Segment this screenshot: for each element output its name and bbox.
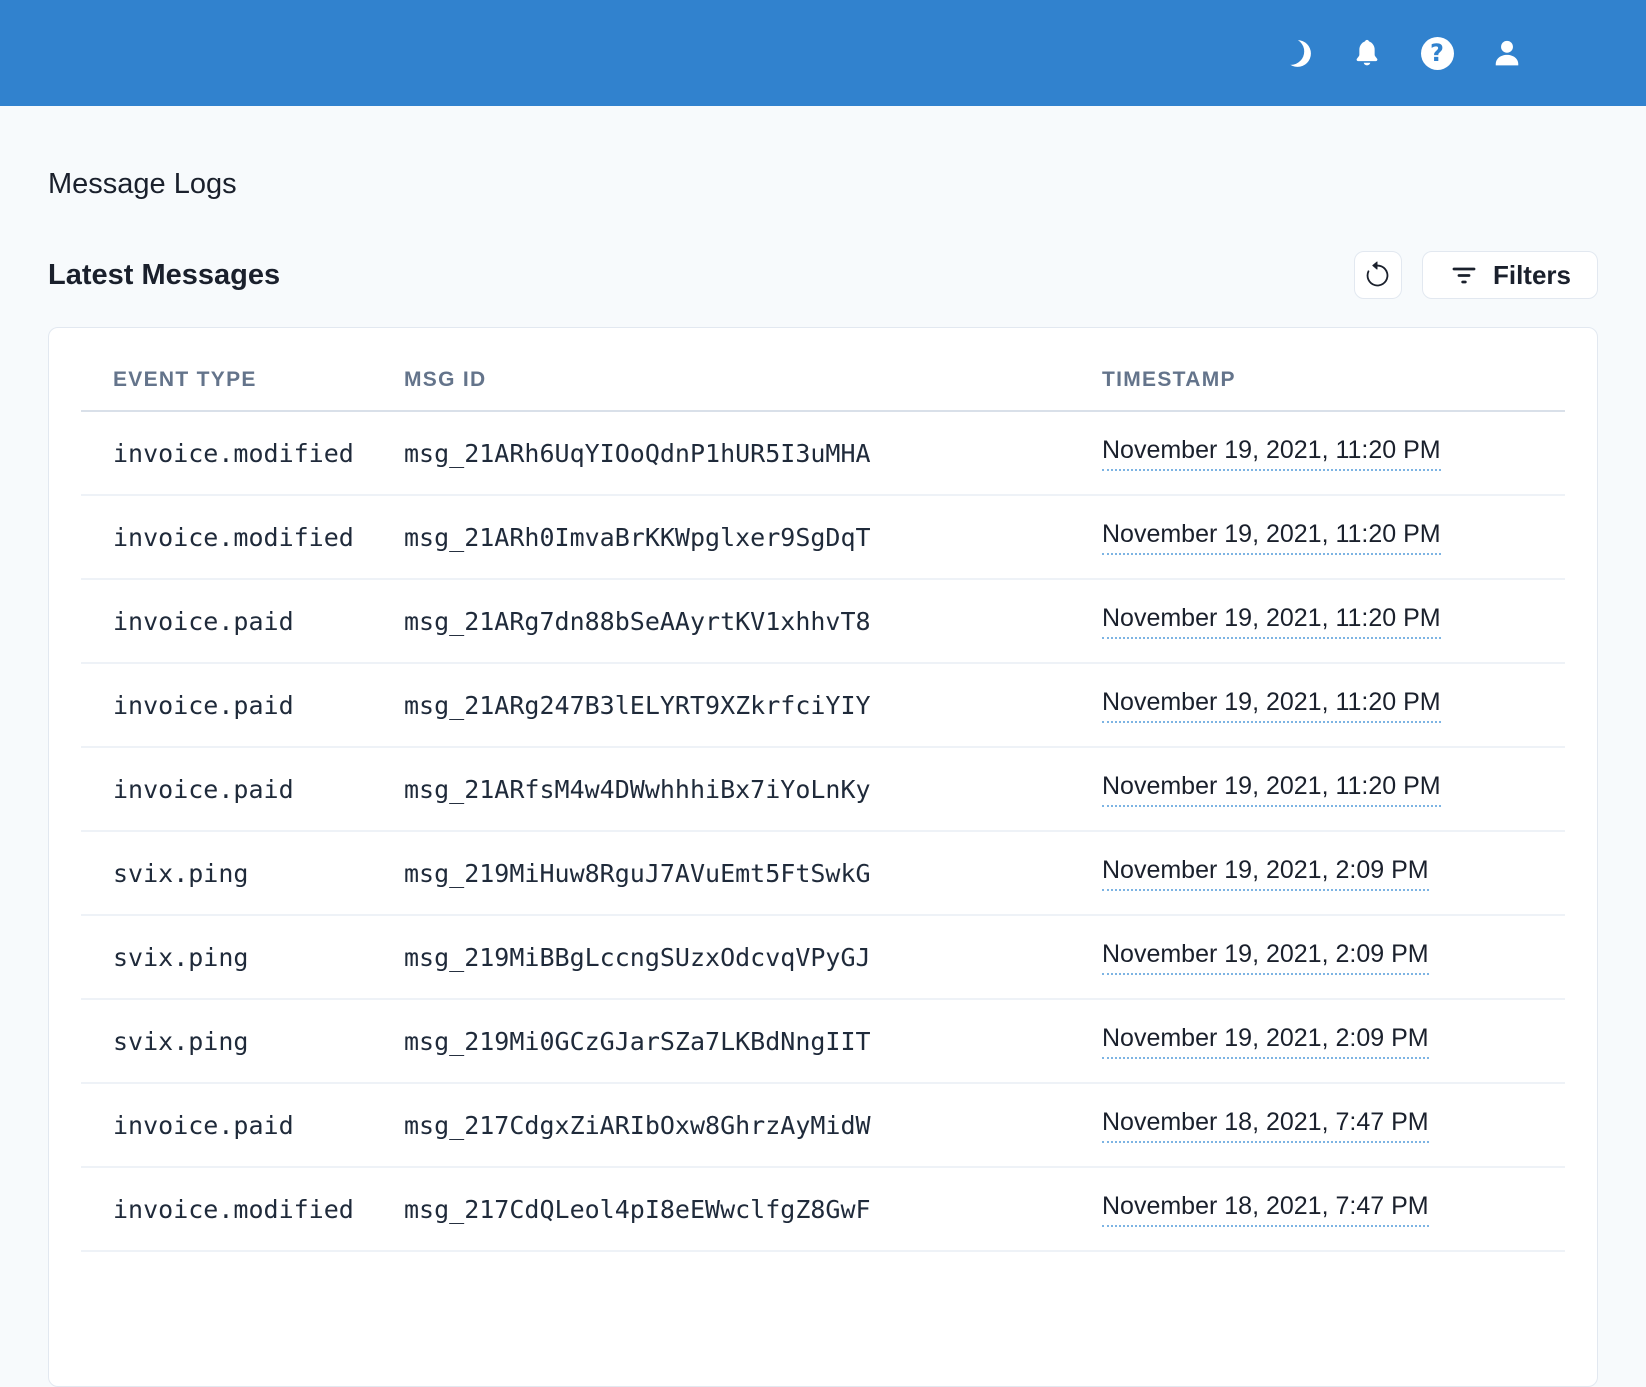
cell-timestamp: November 19, 2021, 11:20 PM (1070, 579, 1565, 663)
timestamp-text[interactable]: November 19, 2021, 11:20 PM (1102, 772, 1441, 807)
filters-button-label: Filters (1493, 260, 1571, 291)
timestamp-text[interactable]: November 19, 2021, 11:20 PM (1102, 604, 1441, 639)
timestamp-text[interactable]: November 19, 2021, 11:20 PM (1102, 436, 1441, 471)
help-glyph: ? (1421, 37, 1454, 70)
cell-msg-id: msg_21ARg247B3lELYRT9XZkrfciYIY (372, 663, 1070, 747)
column-header-msg-id: MSG ID (372, 336, 1070, 411)
timestamp-text[interactable]: November 19, 2021, 2:09 PM (1102, 1024, 1429, 1059)
cell-event-type: svix.ping (81, 915, 372, 999)
timestamp-text[interactable]: November 19, 2021, 2:09 PM (1102, 856, 1429, 891)
main-content: Message Logs Latest Messages (0, 168, 1646, 1387)
cell-event-type: invoice.paid (81, 747, 372, 831)
cell-timestamp: November 18, 2021, 7:47 PM (1070, 1167, 1565, 1251)
section-title: Latest Messages (48, 259, 280, 292)
cell-msg-id: msg_21ARfsM4w4DWwhhhiBx7iYoLnKy (372, 747, 1070, 831)
cell-msg-id: msg_21ARh6UqYIOoQdnP1hUR5I3uMHA (372, 411, 1070, 495)
refresh-button[interactable] (1354, 251, 1402, 299)
timestamp-text[interactable]: November 18, 2021, 7:47 PM (1102, 1192, 1429, 1227)
column-header-event-type: EVENT TYPE (81, 336, 372, 411)
account-icon[interactable] (1490, 36, 1524, 70)
cell-event-type: svix.ping (81, 999, 372, 1083)
table-row[interactable]: invoice.paid msg_217CdgxZiARIbOxw8GhrzAy… (81, 1083, 1565, 1167)
table-row[interactable]: svix.ping msg_219MiBBgLccngSUzxOdcvqVPyG… (81, 915, 1565, 999)
cell-timestamp: November 18, 2021, 7:47 PM (1070, 1083, 1565, 1167)
cell-msg-id: msg_217CdQLeol4pI8eEWwclfgZ8GwF (372, 1167, 1070, 1251)
notifications-icon[interactable] (1350, 36, 1384, 70)
cell-timestamp: November 19, 2021, 2:09 PM (1070, 999, 1565, 1083)
messages-table-card: EVENT TYPE MSG ID TIMESTAMP invoice.modi… (48, 327, 1598, 1387)
cell-event-type: invoice.paid (81, 579, 372, 663)
table-row[interactable]: svix.ping msg_219Mi0GCzGJarSZa7LKBdNngII… (81, 999, 1565, 1083)
column-header-timestamp: TIMESTAMP (1070, 336, 1565, 411)
toolbar: Filters (1354, 251, 1598, 299)
table-row[interactable]: svix.ping msg_219MiHuw8RguJ7AVuEmt5FtSwk… (81, 831, 1565, 915)
cell-event-type: invoice.modified (81, 411, 372, 495)
table-header-row: EVENT TYPE MSG ID TIMESTAMP (81, 336, 1565, 411)
cell-timestamp: November 19, 2021, 11:20 PM (1070, 495, 1565, 579)
table-row[interactable]: invoice.paid msg_21ARg247B3lELYRT9XZkrfc… (81, 663, 1565, 747)
page-title: Message Logs (48, 168, 1598, 201)
timestamp-text[interactable]: November 19, 2021, 11:20 PM (1102, 688, 1441, 723)
table-row[interactable]: invoice.paid msg_21ARfsM4w4DWwhhhiBx7iYo… (81, 747, 1565, 831)
cell-msg-id: msg_21ARg7dn88bSeAAyrtKV1xhhvT8 (372, 579, 1070, 663)
table-row[interactable]: invoice.paid msg_21ARg7dn88bSeAAyrtKV1xh… (81, 579, 1565, 663)
cell-msg-id: msg_219Mi0GCzGJarSZa7LKBdNngIIT (372, 999, 1070, 1083)
cell-msg-id: msg_21ARh0ImvaBrKKWpglxer9SgDqT (372, 495, 1070, 579)
messages-table: EVENT TYPE MSG ID TIMESTAMP invoice.modi… (81, 336, 1565, 1252)
refresh-ccw-icon (1363, 261, 1392, 290)
cell-timestamp: November 19, 2021, 2:09 PM (1070, 915, 1565, 999)
filter-lines-icon (1449, 260, 1479, 290)
cell-msg-id: msg_219MiBBgLccngSUzxOdcvqVPyGJ (372, 915, 1070, 999)
cell-event-type: invoice.paid (81, 1083, 372, 1167)
cell-msg-id: msg_219MiHuw8RguJ7AVuEmt5FtSwkG (372, 831, 1070, 915)
cell-timestamp: November 19, 2021, 2:09 PM (1070, 831, 1565, 915)
cell-timestamp: November 19, 2021, 11:20 PM (1070, 411, 1565, 495)
table-body: invoice.modified msg_21ARh6UqYIOoQdnP1hU… (81, 411, 1565, 1251)
timestamp-text[interactable]: November 18, 2021, 7:47 PM (1102, 1108, 1429, 1143)
table-row[interactable]: invoice.modified msg_217CdQLeol4pI8eEWwc… (81, 1167, 1565, 1251)
table-row[interactable]: invoice.modified msg_21ARh0ImvaBrKKWpglx… (81, 495, 1565, 579)
cell-event-type: invoice.paid (81, 663, 372, 747)
timestamp-text[interactable]: November 19, 2021, 11:20 PM (1102, 520, 1441, 555)
topbar: ? (0, 0, 1646, 106)
timestamp-text[interactable]: November 19, 2021, 2:09 PM (1102, 940, 1429, 975)
cell-timestamp: November 19, 2021, 11:20 PM (1070, 663, 1565, 747)
cell-msg-id: msg_217CdgxZiARIbOxw8GhrzAyMidW (372, 1083, 1070, 1167)
filters-button[interactable]: Filters (1422, 251, 1598, 299)
cell-event-type: svix.ping (81, 831, 372, 915)
help-icon[interactable]: ? (1420, 36, 1454, 70)
table-row[interactable]: invoice.modified msg_21ARh6UqYIOoQdnP1hU… (81, 411, 1565, 495)
cell-event-type: invoice.modified (81, 1167, 372, 1251)
dark-mode-icon[interactable] (1280, 36, 1314, 70)
cell-timestamp: November 19, 2021, 11:20 PM (1070, 747, 1565, 831)
section-header: Latest Messages Filte (48, 251, 1598, 299)
cell-event-type: invoice.modified (81, 495, 372, 579)
